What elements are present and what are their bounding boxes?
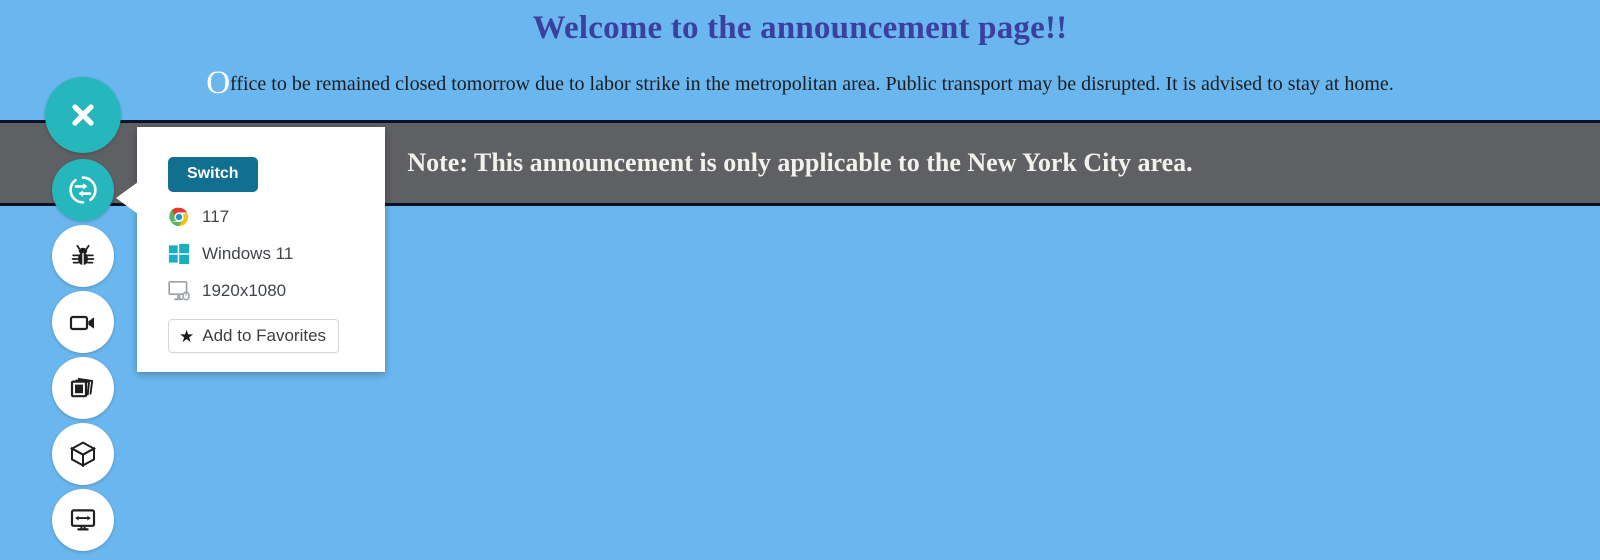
switch-button[interactable]: Switch [168, 157, 258, 192]
add-to-favorites-label: Add to Favorites [202, 326, 327, 345]
browser-version-row: 117 [168, 205, 385, 229]
add-to-favorites-button[interactable]: ★ Add to Favorites [168, 319, 340, 353]
sidebar-item-screenshots[interactable] [52, 357, 114, 419]
device-info-popup: Switch 117 Windows 11 1920x1080 ★ Add to… [116, 127, 385, 372]
monitor-icon [168, 279, 196, 303]
page-root: Welcome to the announcement page!! Offic… [0, 0, 1600, 560]
video-camera-icon [68, 308, 98, 336]
sidebar-item-switch[interactable] [52, 159, 114, 221]
announcement-body: ffice to be remained closed tomorrow due… [230, 73, 1394, 95]
sidebar-item-record[interactable] [52, 291, 114, 353]
floating-sidebar [45, 77, 128, 553]
os-row: Windows 11 [168, 242, 385, 266]
star-icon: ★ [179, 326, 195, 346]
monitor-resize-icon [68, 506, 98, 534]
windows-icon [168, 242, 196, 266]
bug-icon [69, 242, 97, 270]
sidebar-item-cube[interactable] [52, 423, 114, 485]
screenshots-icon [68, 374, 98, 402]
cube-icon [68, 439, 98, 469]
sidebar-item-bug[interactable] [52, 225, 114, 287]
sidebar-item-responsive[interactable] [52, 489, 114, 551]
resolution-label: 1920x1080 [202, 281, 287, 300]
announcement-dropcap: O [206, 65, 231, 101]
page-title: Welcome to the announcement page!! [532, 10, 1068, 46]
os-label: Windows 11 [202, 244, 294, 263]
switch-icon [66, 173, 100, 207]
announcement-paragraph: Office to be remained closed tomorrow du… [0, 67, 1600, 100]
browser-version-label: 117 [202, 207, 230, 226]
chrome-icon [168, 205, 196, 229]
sidebar-item-close[interactable] [45, 77, 121, 153]
close-icon [67, 99, 99, 131]
note-banner-text: Note: This announcement is only applicab… [407, 148, 1193, 177]
resolution-row: 1920x1080 [168, 279, 385, 303]
